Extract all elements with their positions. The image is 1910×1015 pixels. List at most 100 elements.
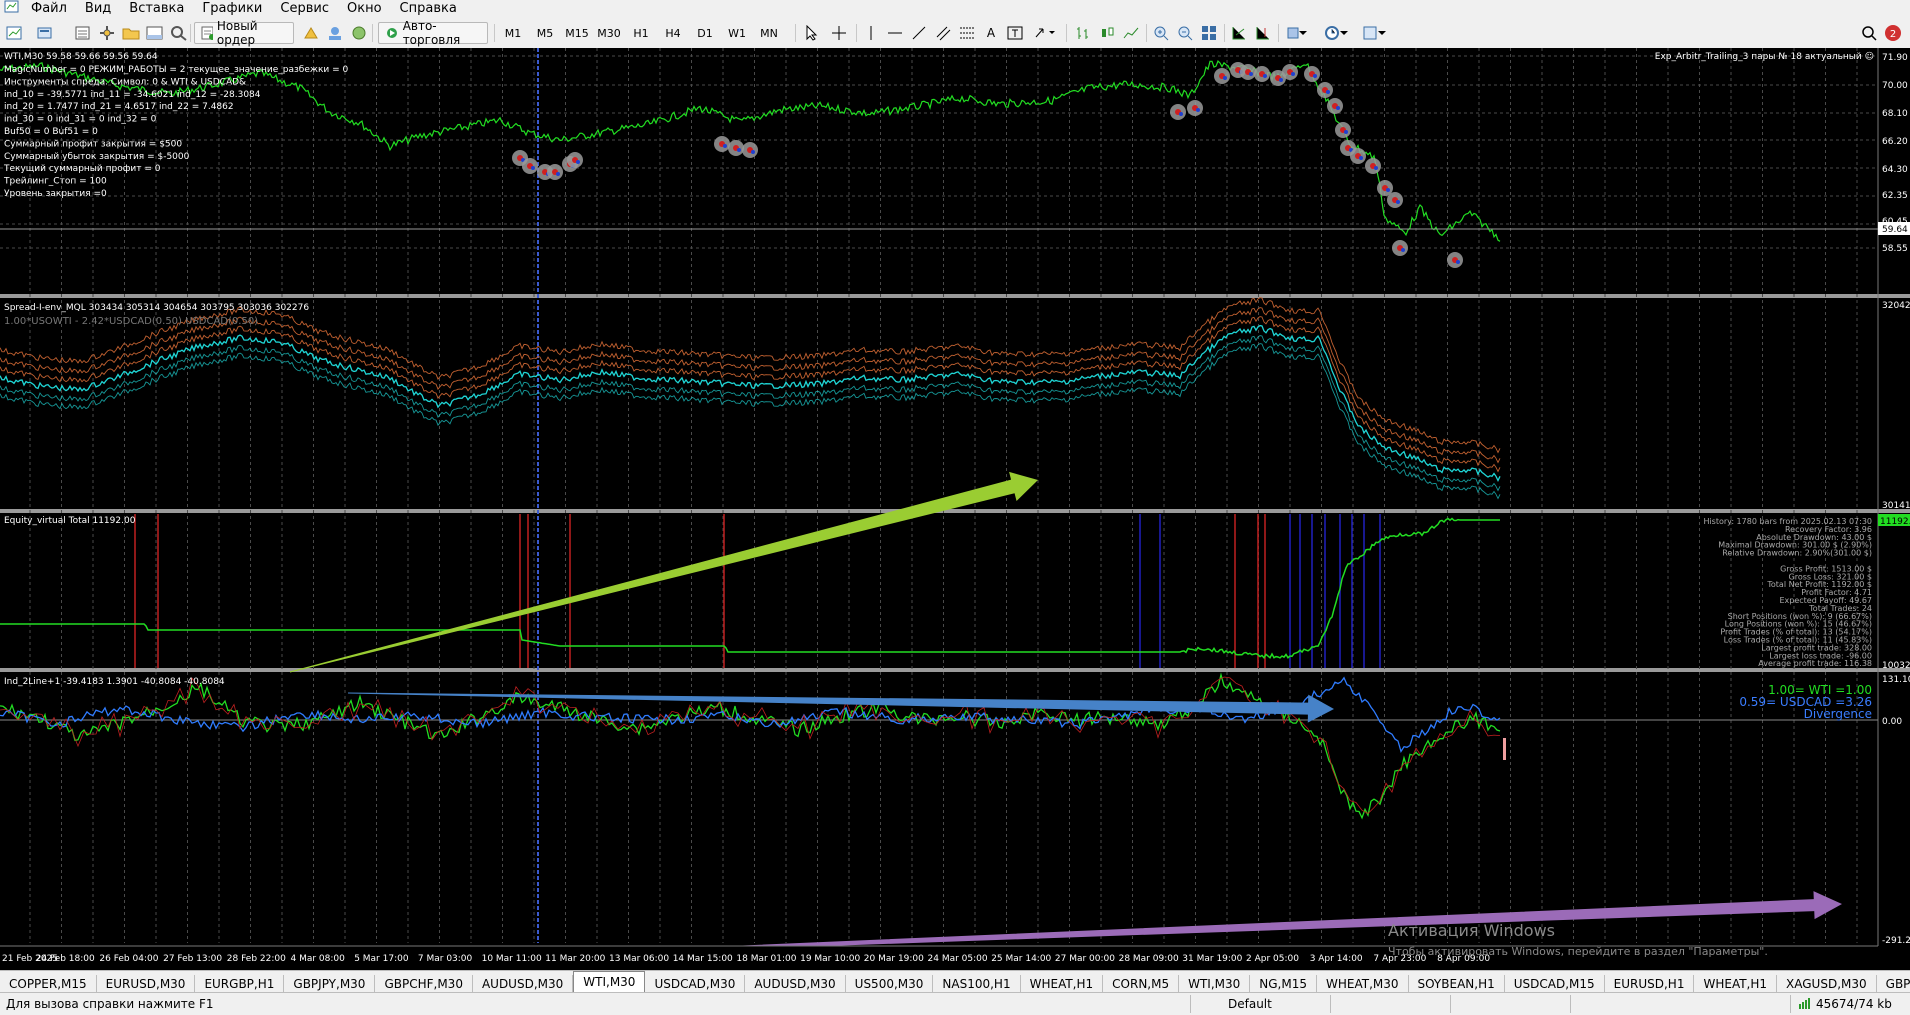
price-panel-title: WTI,M30 59.58 59.66 59.56 59.64 [4,52,158,62]
candles-icon[interactable] [1096,22,1118,44]
terminal-icon[interactable] [144,22,166,44]
svg-text:2: 2 [1890,29,1896,40]
chart-shift-icon[interactable] [1252,22,1274,44]
envelope-lower-band [0,335,1501,492]
bar-chart-icon[interactable] [1072,22,1094,44]
timeframe-h1[interactable]: H1 [628,22,654,44]
menu-4[interactable]: Сервис [271,0,338,18]
timeframe-mn[interactable]: MN [756,22,782,44]
chart-tab[interactable]: CORN,M5 [1103,975,1180,993]
signals-icon[interactable] [324,22,346,44]
chart-tab[interactable]: XAGUSD,M30 [1777,975,1877,993]
new-order-button[interactable]: Новый ордер [194,19,294,47]
timeframe-h4[interactable]: H4 [660,22,686,44]
time-axis-label: 11 Mar 20:00 [545,954,605,964]
periods-icon[interactable] [1322,22,1352,44]
chart-tab[interactable]: SOYBEAN,H1 [1409,975,1505,993]
trendline-icon[interactable] [908,22,930,44]
menu-2[interactable]: Вставка [120,0,193,18]
timeframe-m1[interactable]: M1 [500,22,526,44]
search-icon[interactable] [1858,22,1880,44]
time-axis-label: 31 Mar 19:00 [1182,954,1242,964]
menu-3[interactable]: Графики [193,0,271,18]
vertical-line-icon[interactable] [860,22,882,44]
equity-line [0,517,1500,659]
info-line: ind_10 = -39.5771 ind_11 = -34.6021 ind_… [4,90,261,100]
profiles-icon[interactable] [34,22,56,44]
fibo-icon[interactable] [956,22,978,44]
panel-separator[interactable] [0,509,1910,513]
chart-tab[interactable]: GBPJPY,M30 [284,975,376,993]
crosshair-icon[interactable] [828,22,850,44]
text-tool[interactable]: A [980,22,1002,44]
chart-tab[interactable]: NG,M15 [1250,975,1317,993]
chart-tab[interactable]: AUDUSD,M30 [473,975,574,993]
chart-canvas[interactable]: 71.9070.0068.1066.2064.3062.3560.4558.55… [0,48,1910,970]
market-watch-icon[interactable] [72,22,94,44]
new-chart-icon[interactable] [4,22,26,44]
autotrading-label: Авто-торговля [402,19,461,47]
chart-tab[interactable]: US500,M30 [846,975,934,993]
chart-tab[interactable]: GBPCHF,M30 [375,975,473,993]
autotrading-button[interactable]: Авто-торговля [378,19,488,47]
menu-1[interactable]: Вид [76,0,120,18]
chart-tab[interactable]: WTI,M30 [573,971,646,993]
notifications-icon[interactable]: 2 [1882,22,1904,44]
text-label-icon[interactable] [1004,22,1026,44]
usdcad-line [0,676,1501,753]
panel-separator[interactable] [0,668,1910,672]
price-scale-label: 58.55 [1882,244,1908,254]
trade-marker-dot [723,144,727,148]
menu-6[interactable]: Справка [391,0,466,18]
indicators-icon[interactable] [1284,22,1314,44]
info-line: Уровень закрытия =0 [4,189,107,199]
panel-separator[interactable] [0,294,1910,298]
zoom-out-icon[interactable] [1174,22,1196,44]
arrows-icon[interactable] [1034,22,1056,44]
chart-tab[interactable]: USDCAD,M15 [1505,975,1605,993]
timeframe-m15[interactable]: M15 [564,22,590,44]
chart-tab[interactable]: EURUSD,M30 [97,975,196,993]
trade-marker-dot [1344,130,1348,134]
chart-tab[interactable]: WHEAT,H1 [1694,975,1778,993]
trade-marker-dot [1336,106,1340,110]
timeframe-w1[interactable]: W1 [724,22,750,44]
tester-icon[interactable] [168,22,190,44]
trade-marker-dot [1359,156,1363,160]
line-chart-icon[interactable] [1120,22,1142,44]
timeframe-m5[interactable]: M5 [532,22,558,44]
templates-icon[interactable] [1360,22,1390,44]
navigator-icon[interactable] [96,22,118,44]
info-line: Buf50 = 0 Buf51 = 0 [4,127,98,137]
channel-icon[interactable] [932,22,954,44]
chart-tab[interactable]: EURUSD,H1 [1605,975,1695,993]
autoscroll-icon[interactable] [1228,22,1250,44]
timeframe-m30[interactable]: M30 [596,22,622,44]
market-icon[interactable] [348,22,370,44]
info-line: Трейлинг_Стоп = 100 [3,177,107,187]
trade-marker-dot [1249,72,1253,76]
time-axis-label: 25 Mar 14:00 [991,954,1051,964]
chart-tab[interactable]: WHEAT,M30 [1317,975,1409,993]
menu-bar: Файл Вид Вставка Графики Сервис Окно Справка [0,0,1910,18]
chart-tab[interactable]: NAS100,H1 [933,975,1021,993]
chart-tab[interactable]: EURGBP,H1 [195,975,285,993]
cursor-icon[interactable] [800,22,822,44]
timeframe-d1[interactable]: D1 [692,22,718,44]
folder-icon[interactable] [120,22,142,44]
spread-line [0,324,1501,483]
chart-tab[interactable]: COPPER,M15 [0,975,97,993]
menu-5[interactable]: Окно [338,0,391,18]
chart-tab[interactable]: WHEAT,H1 [1021,975,1104,993]
chart-tab[interactable]: USDCAD,M30 [645,975,746,993]
chart-tab[interactable]: AUDUSD,M30 [745,975,846,993]
menu-0[interactable]: Файл [22,0,76,18]
horizontal-line-icon[interactable] [884,22,906,44]
zoom-in-icon[interactable] [1150,22,1172,44]
chart-tab[interactable]: WTI,M30 [1179,975,1251,993]
history-icon[interactable] [300,22,322,44]
tile-windows-icon[interactable] [1198,22,1220,44]
trade-marker-dot [1263,74,1267,78]
chart-tab[interactable]: GBPUSD,M30 [1877,975,1910,993]
chart-window[interactable]: 71.9070.0068.1066.2064.3062.3560.4558.55… [0,48,1910,970]
